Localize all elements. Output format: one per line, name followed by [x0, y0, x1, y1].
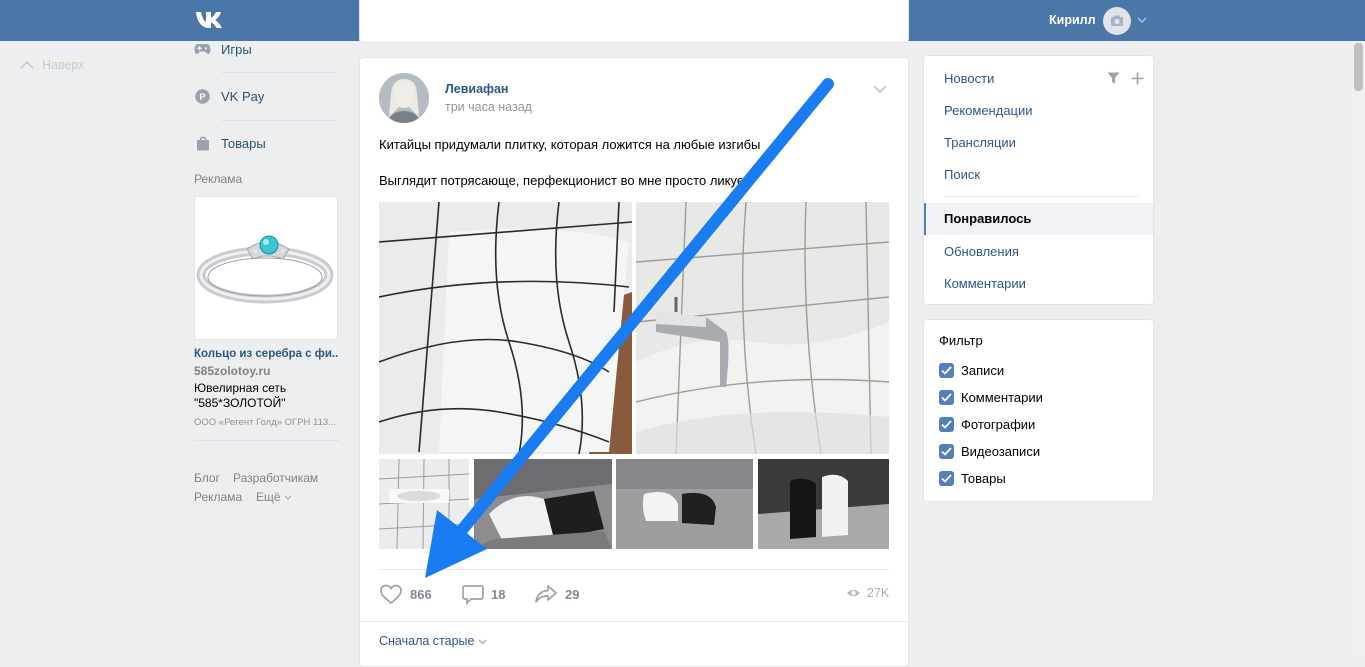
filter-icon[interactable]: [1107, 72, 1120, 84]
checkmark-icon: [939, 417, 954, 432]
footer-blog[interactable]: Блог: [194, 471, 220, 485]
menu-item-liked[interactable]: Понравилось: [924, 203, 1153, 235]
post-photo[interactable]: [616, 459, 753, 549]
filter-checkbox-posts[interactable]: Записи: [939, 363, 1004, 378]
feed-menu: Новости Рекомендации Трансляции Поиск По…: [923, 55, 1154, 305]
filter-title: Фильтр: [939, 333, 983, 348]
filter-option-label: Записи: [961, 363, 1005, 378]
filter-checkbox-photos[interactable]: Фотографии: [939, 417, 1035, 432]
ad-title[interactable]: Кольцо из серебра с фи...: [194, 348, 339, 360]
left-nav-games[interactable]: Игры: [194, 39, 252, 59]
post-author-name[interactable]: Левиафан: [445, 82, 508, 96]
checkmark-icon: [939, 444, 954, 459]
svg-text:P: P: [199, 92, 205, 102]
back-to-top[interactable]: Наверх: [20, 58, 85, 72]
comment-count: 18: [491, 587, 506, 602]
chevron-up-icon: [20, 58, 34, 72]
divider: [360, 621, 908, 622]
comment-button[interactable]: 18: [462, 584, 505, 605]
sort-label: Сначала старые: [379, 634, 475, 648]
left-nav-label: Товары: [221, 135, 266, 151]
views-count: 27K: [867, 586, 890, 600]
comment-icon: [462, 584, 484, 605]
chevron-down-icon[interactable]: [872, 84, 888, 94]
divider: [379, 569, 889, 570]
filter-panel: Фильтр Записи Комментарии Фотографии Вид…: [923, 319, 1154, 502]
ad-image[interactable]: [194, 196, 338, 340]
eye-icon: [846, 588, 861, 598]
post-author-avatar[interactable]: [379, 73, 429, 123]
filter-checkbox-comments[interactable]: Комментарии: [939, 390, 1043, 405]
post: Левиафан три часа назад Китайцы придумал…: [359, 57, 909, 667]
bag-icon: [194, 135, 211, 152]
feed-top-block: [359, 0, 909, 43]
ad-domain[interactable]: 585zolotoy.ru: [194, 364, 270, 378]
divider: [221, 120, 338, 121]
scrollbar-thumb[interactable]: [1354, 43, 1363, 91]
ad-description: Ювелирная сеть "585*ЗОЛОТОЙ": [194, 381, 287, 410]
vkpay-icon: P: [194, 88, 211, 105]
scrollbar-track[interactable]: [1350, 41, 1365, 656]
filter-option-label: Комментарии: [961, 390, 1043, 405]
divider: [944, 196, 1139, 197]
back-to-top-label: Наверх: [42, 58, 85, 72]
left-nav-vkpay[interactable]: P VK Pay: [194, 86, 264, 106]
footer-developers[interactable]: Разработчикам: [233, 471, 318, 485]
checkmark-icon: [939, 471, 954, 486]
share-button[interactable]: 29: [534, 584, 579, 604]
footer-more[interactable]: Ещё: [256, 490, 292, 504]
post-text-line: Китайцы придумали плитку, которая ложитс…: [379, 137, 761, 152]
plus-icon[interactable]: [1131, 72, 1144, 85]
post-photo[interactable]: [379, 459, 469, 549]
like-count: 866: [410, 587, 432, 602]
chevron-down-icon[interactable]: [1137, 16, 1147, 24]
post-time[interactable]: три часа назад: [445, 100, 532, 114]
checkmark-icon: [939, 390, 954, 405]
heart-icon: [379, 584, 403, 605]
post-photo[interactable]: [636, 202, 889, 454]
share-icon: [534, 584, 558, 604]
user-name[interactable]: Кирилл: [1049, 13, 1096, 27]
ad-legal: ООО «Регент Голд» ОГРН 113...: [194, 417, 337, 428]
share-count: 29: [565, 586, 580, 602]
left-nav-label: Игры: [221, 41, 252, 57]
menu-item-news[interactable]: Новости: [944, 71, 994, 86]
vk-logo-icon[interactable]: [194, 9, 228, 31]
divider: [221, 72, 338, 73]
views-counter: 27K: [846, 586, 889, 600]
post-text: Китайцы придумали плитку, которая ложитс…: [379, 136, 889, 190]
filter-option-label: Товары: [961, 471, 1006, 486]
post-photo[interactable]: [474, 459, 612, 549]
camera-icon: [1111, 15, 1123, 26]
checkmark-icon: [939, 363, 954, 378]
divider: [194, 440, 340, 441]
filter-option-label: Видеозаписи: [961, 444, 1041, 459]
menu-item-label: Понравилось: [944, 211, 1032, 226]
post-photo[interactable]: [379, 202, 632, 454]
user-avatar[interactable]: [1103, 7, 1131, 35]
chevron-down-icon: [478, 639, 487, 645]
left-nav-goods[interactable]: Товары: [194, 133, 266, 153]
menu-item-broadcasts[interactable]: Трансляции: [944, 135, 1016, 150]
like-button[interactable]: 866: [379, 584, 432, 605]
menu-item-search[interactable]: Поиск: [944, 167, 980, 182]
ad-label: Реклама: [194, 172, 243, 186]
menu-item-comments[interactable]: Комментарии: [944, 276, 1026, 291]
filter-checkbox-goods[interactable]: Товары: [939, 471, 1006, 486]
chevron-down-icon: [284, 495, 292, 500]
menu-item-updates[interactable]: Обновления: [944, 244, 1019, 259]
ring-image: [196, 235, 334, 304]
footer-ads[interactable]: Реклама: [194, 490, 242, 504]
gamepad-icon: [194, 41, 211, 58]
avatar-image: [379, 73, 429, 123]
filter-option-label: Фотографии: [961, 417, 1036, 432]
comments-sort[interactable]: Сначала старые: [379, 634, 487, 648]
filter-checkbox-videos[interactable]: Видеозаписи: [939, 444, 1040, 459]
post-text-line: Выглядит потрясающе, перфекционист во мн…: [379, 173, 750, 188]
menu-item-recommendations[interactable]: Рекомендации: [944, 103, 1033, 118]
post-photo[interactable]: [758, 459, 889, 549]
left-nav-label: VK Pay: [221, 88, 265, 104]
footer-more-label: Ещё: [256, 490, 281, 504]
